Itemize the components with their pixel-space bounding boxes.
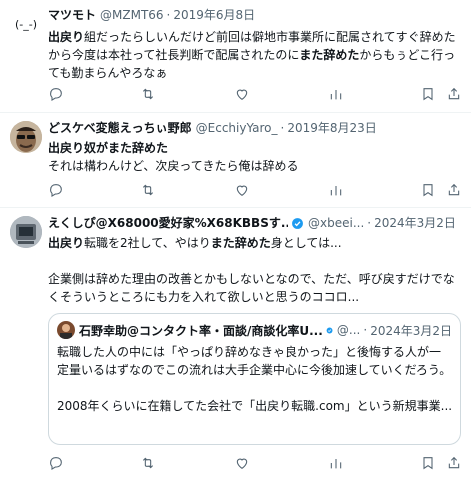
reply-button[interactable] — [48, 455, 64, 471]
reply-button[interactable] — [48, 86, 64, 102]
like-button[interactable] — [234, 86, 250, 102]
tweet[interactable]: (-_-) マツモト @MZMT66 · 2019年6月8日 出戻り組だったらし… — [0, 0, 471, 113]
avatar[interactable] — [10, 216, 42, 248]
views-button[interactable] — [328, 182, 344, 198]
highlight-text: 出戻り — [48, 30, 85, 44]
quoted-tweet-date: 2024年3月2日 — [370, 323, 452, 338]
display-name[interactable]: マツモト — [48, 6, 96, 24]
quoted-tweet[interactable]: 石野幸助@コンタクト率・面談/商談化率U... @... · 2024年3月2日… — [48, 313, 461, 445]
retweet-button[interactable] — [140, 86, 156, 102]
reply-icon — [50, 457, 62, 470]
reply-button[interactable] — [48, 182, 64, 198]
avatar[interactable]: (-_-) — [10, 8, 42, 40]
retweet-button[interactable] — [140, 182, 156, 198]
retweet-icon — [142, 457, 154, 469]
quoted-user-handle: @... — [336, 323, 361, 337]
separator-dot: · — [367, 216, 372, 230]
quoted-display-name[interactable]: 石野幸助@コンタクト率・面談/商談化率U... — [79, 322, 323, 339]
tweet-actions — [48, 454, 461, 472]
bookmark-button[interactable] — [420, 86, 436, 102]
separator-dot: · — [280, 121, 285, 135]
highlight-text: 出戻り — [48, 236, 85, 250]
separator-dot: · — [166, 8, 171, 22]
tweet-header: どスケベ変態えっちぃ野郎 @EcchiyYaro_ · 2019年8月23日 — [48, 119, 461, 137]
user-handle[interactable]: @MZMT66 — [100, 6, 164, 24]
display-name[interactable]: どスケベ変態えっちぃ野郎 — [48, 119, 192, 137]
bookmark-icon — [423, 184, 433, 197]
tweet-header: マツモト @MZMT66 · 2019年6月8日 — [48, 6, 461, 24]
views-icon — [330, 90, 342, 100]
tweet-text: 出戻り組だったらしいんだけど前回は僻地市事業所に配属されてすぐ辞めたから今度は本… — [48, 28, 461, 82]
bookmark-button[interactable] — [420, 182, 436, 198]
avatar-text: (-_-) — [14, 17, 38, 31]
tweet-text-segment: 転職を2社して、やはり — [84, 236, 211, 250]
highlight-text: また辞めた — [210, 236, 271, 250]
bookmark-icon — [423, 88, 433, 101]
avatar-image — [57, 321, 75, 339]
share-button[interactable] — [446, 455, 462, 471]
tweet-date[interactable]: 2019年8月23日 — [287, 119, 376, 137]
views-button[interactable] — [328, 86, 344, 102]
like-icon — [236, 458, 248, 469]
quoted-avatar — [57, 321, 75, 339]
retweet-icon — [142, 88, 154, 100]
verified-icon — [326, 327, 333, 333]
views-button[interactable] — [328, 455, 344, 471]
views-icon — [330, 186, 342, 196]
like-button[interactable] — [234, 182, 250, 198]
tweet-actions — [48, 181, 461, 199]
avatar-image — [10, 121, 42, 153]
share-icon — [448, 456, 460, 469]
bookmark-button[interactable] — [420, 455, 436, 471]
retweet-button[interactable] — [140, 455, 156, 471]
avatar-image — [10, 216, 42, 248]
verified-icon — [292, 217, 303, 229]
highlight-text: また辞めた — [299, 48, 360, 62]
quoted-tweet-header: 石野幸助@コンタクト率・面談/商談化率U... @... · 2024年3月2日 — [57, 321, 452, 339]
tweet-header: えくしぴ@X68000愛好家%X68KBBSす... @xbeei... · 2… — [48, 214, 461, 232]
retweet-icon — [142, 184, 154, 196]
share-icon — [448, 183, 460, 196]
tweet-text-line: 出戻り転職を2社して、やはりまた辞めた身としては... — [48, 234, 461, 252]
tweet-date[interactable]: 2024年3月2日 — [374, 214, 456, 232]
like-icon — [236, 185, 248, 196]
like-button[interactable] — [234, 455, 250, 471]
share-button[interactable] — [446, 182, 462, 198]
separator-dot: · — [363, 323, 368, 337]
user-handle[interactable]: @xbeei... — [308, 214, 364, 232]
tweet-text-line: それは構わんけど、次戻ってきたら俺は辞める — [48, 159, 299, 173]
share-button[interactable] — [446, 86, 462, 102]
quoted-text-paragraph: 転職した人の中には「やっぱり辞めなきゃ良かった」と後悔する人が一定量いるはずなの… — [57, 345, 452, 377]
tweet-text-line: 出戻り奴がまた辞めた — [48, 139, 461, 157]
share-icon — [448, 87, 460, 100]
tweet[interactable]: えくしぴ@X68000愛好家%X68KBBSす... @xbeei... · 2… — [0, 208, 471, 479]
tweet-text-paragraph: 企業側は辞めた理由の改善とかもしないとなので、ただ、呼び戻すだけでなくそういうと… — [48, 272, 455, 304]
tweet-actions — [48, 85, 461, 103]
tweet-date[interactable]: 2019年6月8日 — [173, 6, 255, 24]
user-handle[interactable]: @EcchiyYaro_ — [196, 119, 278, 137]
display-name[interactable]: えくしぴ@X68000愛好家%X68KBBSす... — [48, 214, 288, 232]
like-icon — [236, 89, 248, 100]
bookmark-icon — [423, 457, 433, 470]
views-icon — [330, 459, 342, 469]
reply-icon — [50, 88, 62, 101]
reply-icon — [50, 184, 62, 197]
tweet-text-segment: 奴が — [84, 141, 109, 155]
quoted-tweet-text: 転職した人の中には「やっぱり辞めなきゃ良かった」と後悔する人が一定量いるはずなの… — [57, 343, 452, 415]
quoted-text-paragraph: 2008年くらいに在籍してた会社で「出戻り転職.com」という新規事業... — [57, 399, 452, 413]
tweet-text-segment: 身としては... — [270, 236, 342, 250]
highlight-text: また辞めた — [108, 141, 169, 155]
tweet[interactable]: どスケベ変態えっちぃ野郎 @EcchiyYaro_ · 2019年8月23日 出… — [0, 113, 471, 208]
highlight-text: 出戻り — [48, 141, 85, 155]
avatar[interactable] — [10, 121, 42, 153]
